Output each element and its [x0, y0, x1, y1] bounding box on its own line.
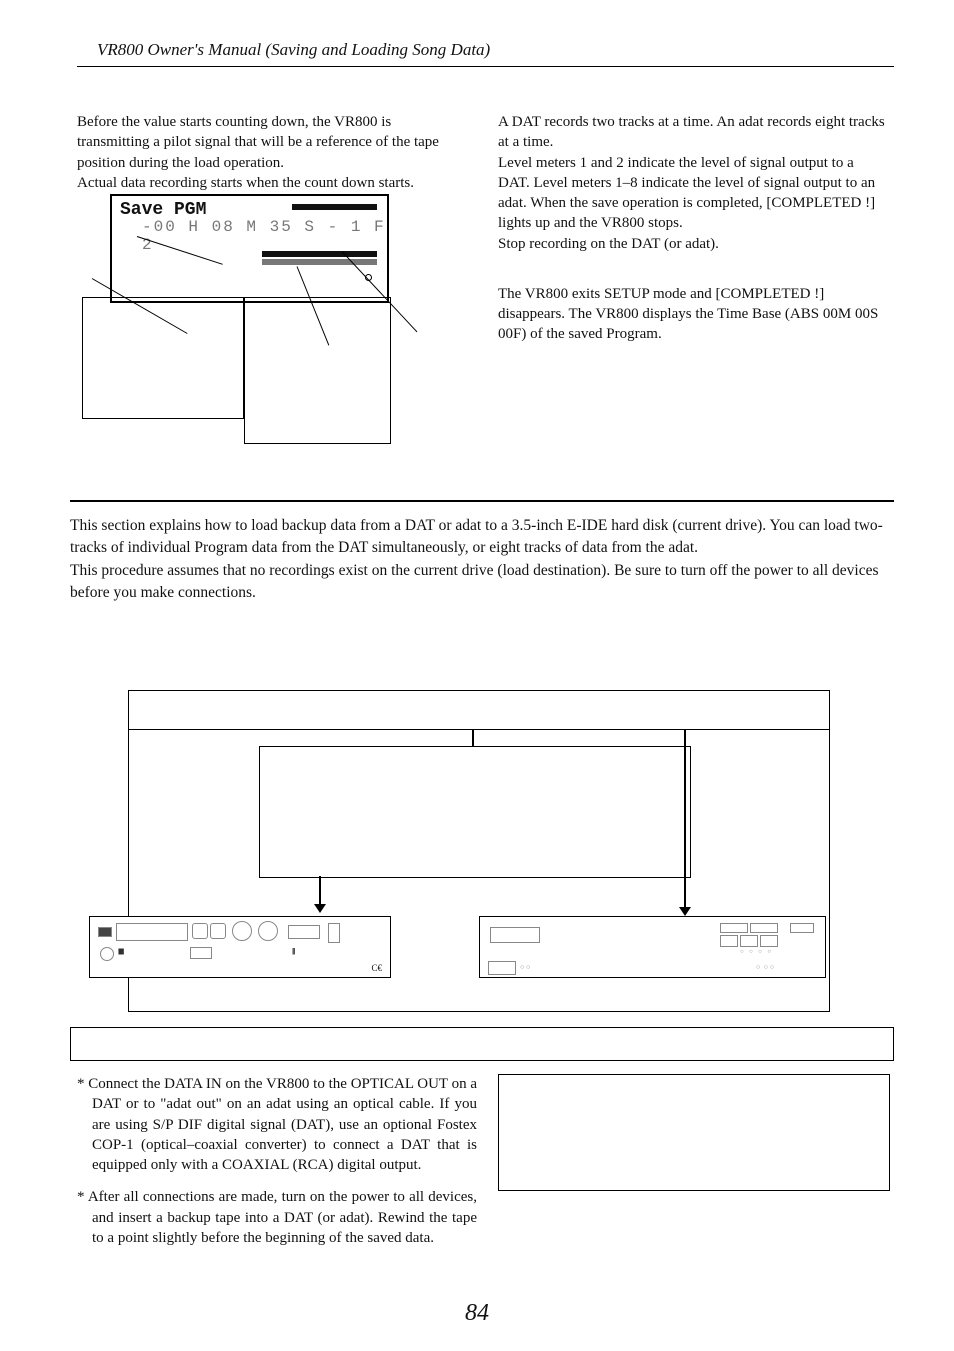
- arrow-down-icon: [314, 904, 326, 913]
- diagram-branch-box: [259, 746, 691, 878]
- right-column: A DAT records two tracks at a time. An a…: [498, 112, 888, 345]
- bullet-list: * Connect the DATA IN on the VR800 to th…: [77, 1074, 477, 1260]
- connector-line-icon: [472, 729, 474, 746]
- connection-diagram: |||||||||||||||||||||||||| |||||| C€ ○ ○…: [128, 690, 830, 1012]
- bullet-1: * Connect the DATA IN on the VR800 to th…: [92, 1074, 477, 1175]
- note-box: [498, 1074, 890, 1191]
- callout-box: [82, 297, 244, 419]
- arrow-line-icon: [319, 876, 321, 906]
- lcd-screenshot: Save PGM -00 H 08 M 35 S - 1 F 2: [110, 194, 389, 303]
- lcd-title: Save PGM: [120, 200, 206, 220]
- lcd-meter-bar-icon: [292, 204, 377, 210]
- right-p3: Stop recording on the DAT (or adat).: [498, 234, 888, 254]
- left-p1: Before the value starts counting down, t…: [77, 112, 467, 173]
- connection-strip-box: [70, 1027, 894, 1061]
- right-p4: The VR800 exits SETUP mode and [COMPLETE…: [498, 284, 888, 345]
- intro-p2: This procedure assumes that no recording…: [70, 560, 894, 605]
- dat-unit-icon: ○ ○ ○ ○ ○ ○ ○ ○ ○: [479, 916, 826, 978]
- header-rule: [77, 66, 894, 67]
- left-p2: Actual data recording starts when the co…: [77, 173, 467, 193]
- right-p1: A DAT records two tracks at a time. An a…: [498, 112, 888, 153]
- diagram-title-bar: [129, 691, 829, 730]
- intro-p1: This section explains how to load backup…: [70, 515, 894, 560]
- callout-box: [244, 297, 391, 444]
- lcd-meter-bar-icon: [262, 259, 377, 265]
- section-rule: [70, 500, 894, 502]
- running-header: VR800 Owner's Manual (Saving and Loading…: [97, 40, 490, 60]
- section-intro: This section explains how to load backup…: [70, 515, 894, 605]
- spacer: [498, 254, 888, 284]
- left-column: Before the value starts counting down, t…: [77, 112, 467, 193]
- page-number: 84: [0, 1300, 954, 1327]
- bullet-2: * After all connections are made, turn o…: [92, 1187, 477, 1248]
- vr800-unit-icon: |||||||||||||||||||||||||| |||||| C€: [89, 916, 391, 978]
- arrow-line-icon: [684, 729, 686, 909]
- lcd-meter-bar-icon: [262, 251, 377, 257]
- right-p2: Level meters 1 and 2 indicate the level …: [498, 153, 888, 234]
- arrow-down-icon: [679, 907, 691, 916]
